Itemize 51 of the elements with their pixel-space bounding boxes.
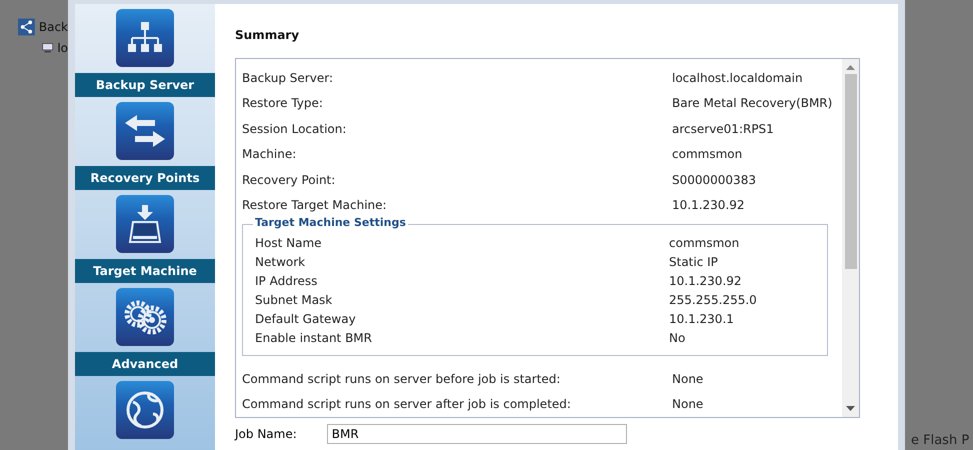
field-label: Command script runs on server before job is started: [242, 372, 562, 386]
field-label: Subnet Mask [255, 292, 334, 306]
field-value: S0000000383 [672, 172, 757, 187]
field-label: Network [255, 254, 306, 268]
field-value: Bare Metal Recovery(BMR) [672, 96, 834, 110]
field-label: Default Gateway [255, 312, 357, 326]
field-value: Static IP [669, 254, 719, 268]
step-label[interactable]: Advanced [75, 352, 215, 376]
step-tile[interactable] [116, 288, 174, 346]
field-label: Session Location: [242, 122, 348, 136]
section-title: Summary [235, 28, 300, 42]
field-value: commsmon [672, 147, 744, 162]
field-value: localhost.localdomain [672, 70, 804, 85]
field-label: Recovery Point: [242, 172, 336, 187]
field-label: Restore Target Machine: [242, 198, 388, 212]
swap-arrows-icon [123, 113, 167, 149]
job-name-field[interactable]: BMR [326, 424, 627, 444]
field-label: Job Name: [235, 427, 297, 441]
step-tile[interactable] [116, 381, 174, 439]
field-value: None [672, 397, 704, 412]
field-value: None [672, 372, 704, 386]
tree-label[interactable]: lo [57, 41, 68, 55]
scrollbar[interactable] [842, 59, 859, 417]
field-label: Host Name [255, 236, 323, 250]
background-text: e Flash P [911, 433, 970, 448]
field-label: Machine: [242, 147, 298, 162]
field-label: Enable instant BMR [255, 330, 373, 344]
field-label: Backup Server: [242, 70, 334, 85]
step-tile[interactable] [116, 102, 174, 160]
scroll-down-icon[interactable] [846, 406, 855, 412]
group-title: Target Machine Settings [253, 216, 408, 229]
scroll-thumb[interactable] [844, 74, 856, 269]
step-tile[interactable] [116, 195, 174, 253]
field-value: 10.1.230.92 [672, 198, 746, 212]
step-label[interactable]: Recovery Points [75, 166, 215, 190]
step-label[interactable]: Backup Server [75, 73, 215, 97]
field-value: arcserve01:RPS1 [672, 122, 775, 136]
field-value: 10.1.230.1 [669, 312, 735, 326]
step-tile[interactable] [116, 9, 174, 67]
globe-icon [125, 390, 165, 430]
tree-label[interactable]: Back [38, 20, 68, 34]
step-label[interactable]: Target Machine [75, 259, 215, 283]
scroll-up-icon[interactable] [846, 64, 855, 70]
field-value: 10.1.230.92 [669, 274, 743, 288]
field-label: Command script runs on server after job is completed: [242, 397, 572, 412]
field-value: No [669, 330, 686, 344]
network-icon [18, 18, 35, 36]
field-label: Restore Type: [242, 96, 324, 110]
field-value: 255.255.255.0 [669, 292, 758, 306]
field-label: IP Address [255, 274, 318, 288]
field-value: commsmon [669, 236, 740, 250]
